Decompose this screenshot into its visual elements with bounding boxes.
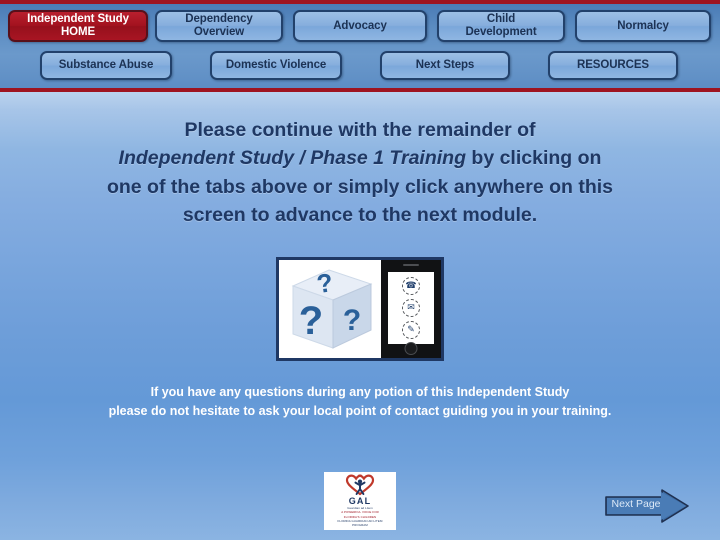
nav-tab-resources[interactable]: RESOURCES [548,51,678,80]
nav-tab-label: Child [486,13,516,26]
nav-tab-child-development[interactable]: Child Development [437,10,565,42]
next-page-arrow-icon[interactable] [604,489,690,523]
phone-speaker-icon [403,264,419,266]
nav-tab-label: Domestic Violence [225,59,327,72]
nav-tab-label: Dependency [185,13,253,26]
question-cube-svg: ? ? ? [291,267,373,349]
nav-tab-domestic-violence[interactable]: Domestic Violence [210,51,342,80]
main-text-line-2: Independent Study / Phase 1 Training by … [60,144,660,172]
envelope-icon: ✉ [402,298,420,317]
slide-canvas[interactable]: Independent Study HOME Dependency Overview A… [0,0,720,540]
gal-subtitle-5: PROGRAM [352,523,368,528]
main-text-line-2-tail: by clicking on [466,147,602,170]
nav-tab-label-wrap: Domestic Violence [226,59,326,72]
nav-tab-label: Advocacy [333,19,387,32]
nav-tab-normalcy[interactable]: Normalcy [575,10,711,42]
main-text-line-1: Please continue with the remainder of [184,119,536,141]
nav-tab-label-line2: Development [465,26,537,38]
main-text-line-3: one of the tabs above or simply click an… [106,175,614,198]
footer-line-1: If you have any questions during any pot… [150,385,570,399]
nav-tab-advocacy[interactable]: Advocacy [293,10,427,42]
nav-tab-label-line2: HOME [60,26,96,38]
nav-tab-label: Substance Abuse [58,59,154,72]
main-instruction-text: Please continue with the remainder of In… [60,116,660,229]
svg-text:?: ? [299,299,323,343]
main-text-emphasis: Independent Study / Phase 1 Training [118,147,466,170]
gal-wordmark: GAL [348,496,372,506]
svg-text:?: ? [343,304,361,337]
phone-handset-icon: ☎ [402,276,420,295]
question-cube-icon: ? ? ? [279,260,381,358]
nav-tab-independent-study-home[interactable]: Independent Study HOME [8,10,148,42]
gal-mark-svg [345,474,375,496]
nav-tab-label-wrap: Normalcy [617,20,669,33]
footer-note-text: If you have any questions during any pot… [40,383,680,422]
nav-tab-next-steps[interactable]: Next Steps [380,51,510,80]
nav-tab-label-wrap: Independent Study HOME [27,13,129,39]
nav-tab-dependency-overview[interactable]: Dependency Overview [155,10,283,42]
nav-tab-label-wrap: Advocacy [333,20,387,33]
nav-tab-label: Normalcy [617,19,669,32]
main-text-line-4: screen to advance to the next module. [182,203,538,226]
nav-tab-label-line2: Overview [193,26,245,38]
next-page-button[interactable]: Next Page [604,489,690,523]
phone-home-button-icon [404,342,418,355]
nav-tab-label: Next Steps [415,59,475,72]
nav-tab-label-wrap: Next Steps [415,59,475,72]
nav-tab-label: Independent Study [27,13,129,26]
nav-tab-label-wrap: Child Development [465,13,536,39]
navigation-tab-bar: Independent Study HOME Dependency Overview A… [0,0,720,92]
gal-logo: GAL Guardian ad Litem A POWERFUL VOICE F… [324,472,396,530]
nav-tab-label-wrap: Dependency Overview [185,13,252,39]
nav-tab-label-wrap: Substance Abuse [59,59,154,72]
pen-icon: ✎ [402,320,420,339]
nav-tab-label: RESOURCES [577,59,649,72]
footer-line-2: please do not hesitate to ask your local… [108,404,612,419]
gal-heart-figure-icon [345,474,375,496]
nav-tab-label-wrap: RESOURCES [577,59,649,72]
illustration-image: ? ? ? ☎ ✉ ✎ [276,257,444,361]
nav-tab-substance-abuse[interactable]: Substance Abuse [40,51,172,80]
phone-screen: ☎ ✉ ✎ [388,271,434,344]
smartphone-graphic: ☎ ✉ ✎ [381,260,441,358]
